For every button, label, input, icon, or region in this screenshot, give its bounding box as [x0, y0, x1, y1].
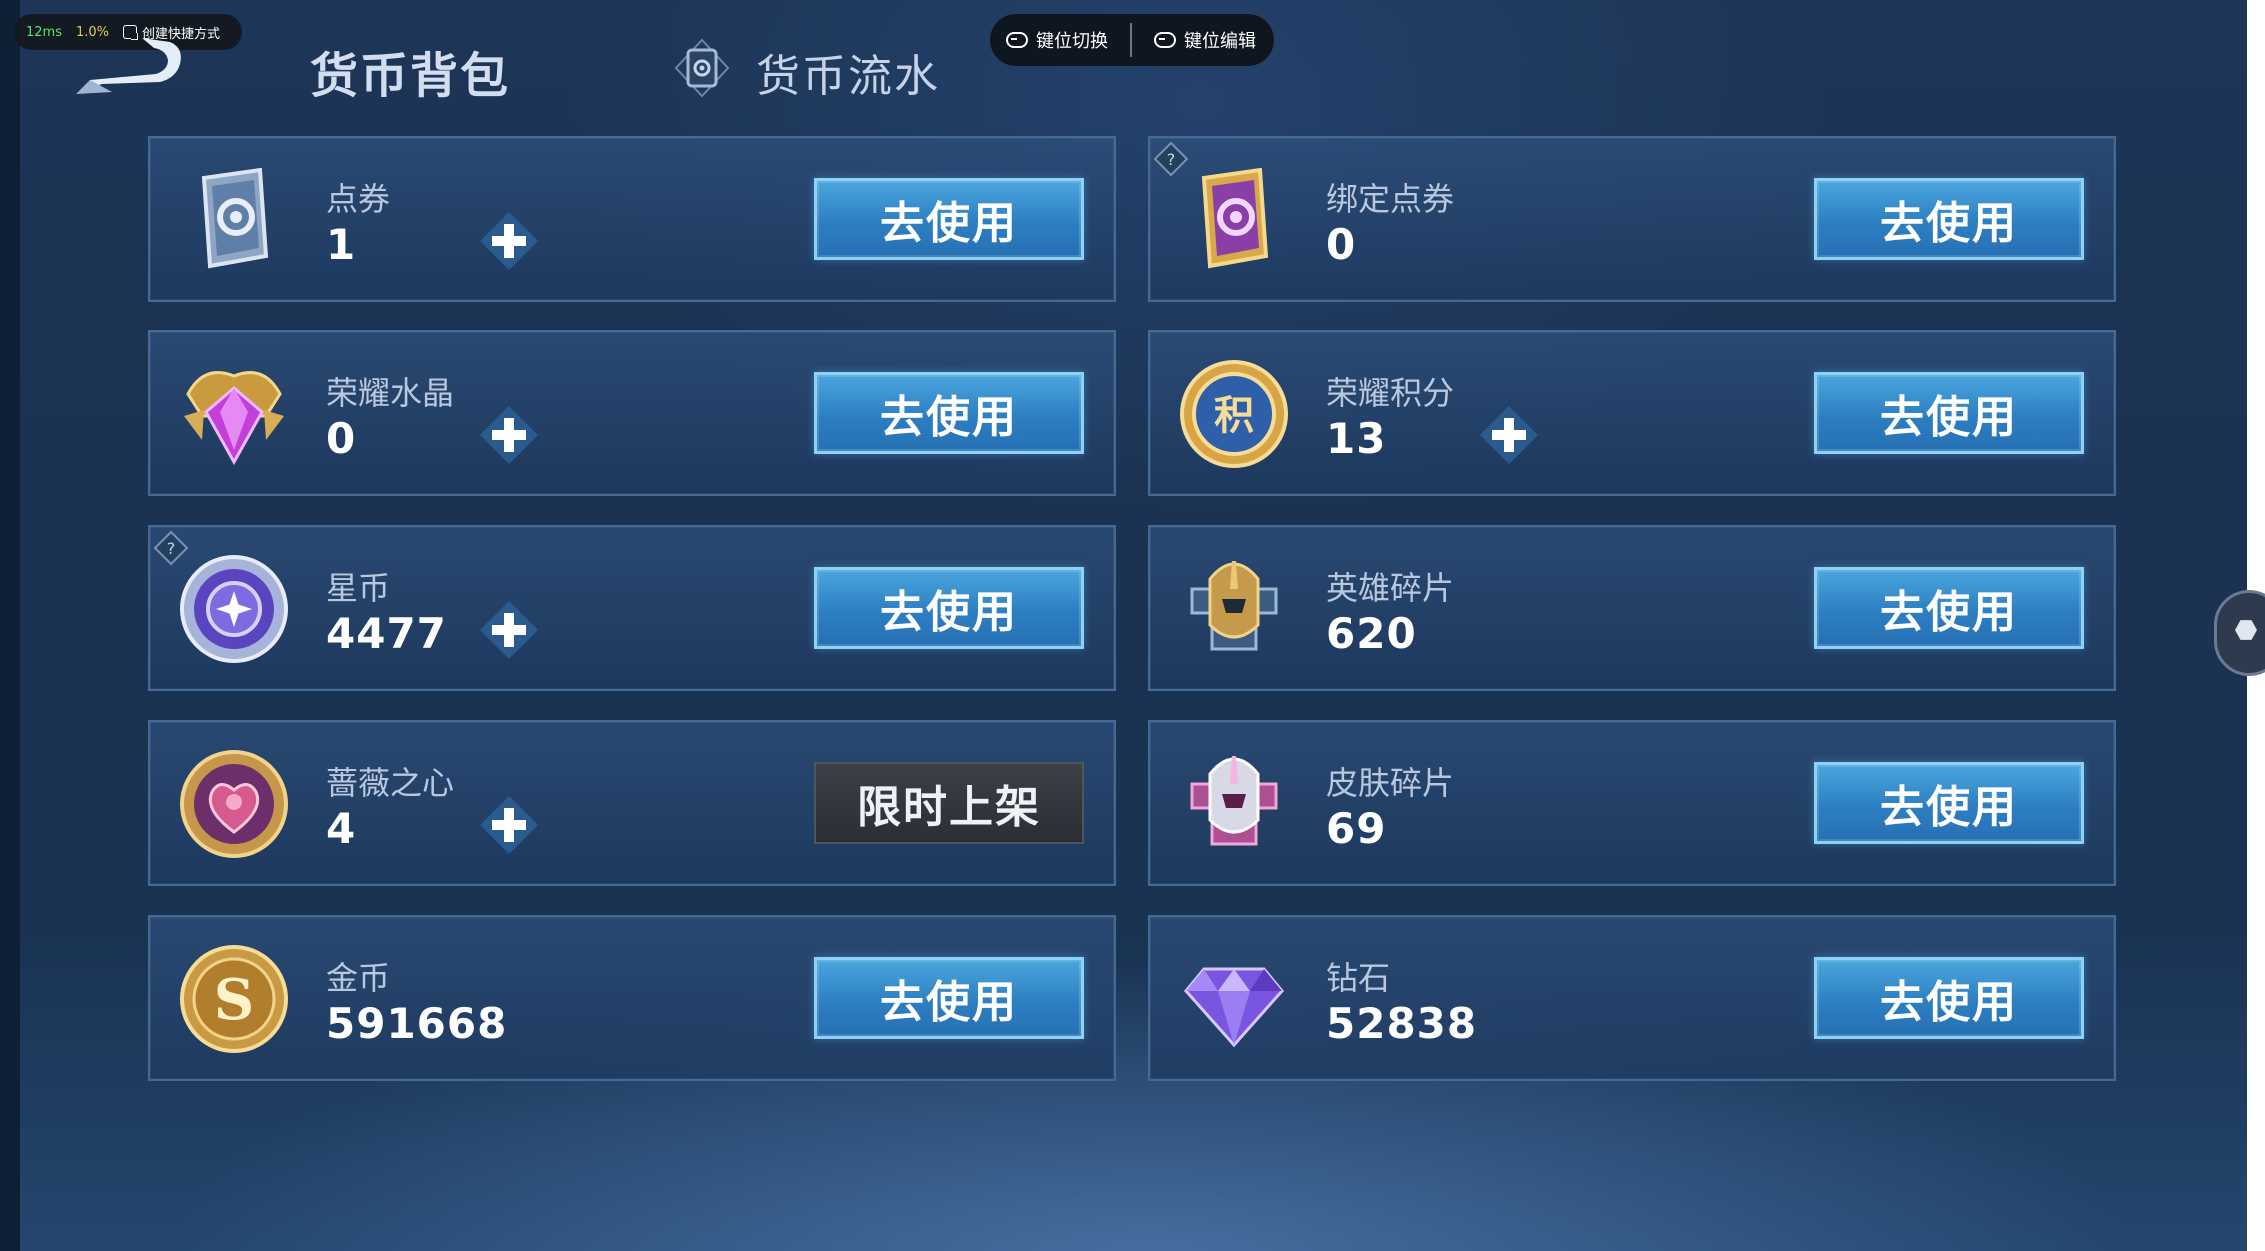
currency-value: 4 [326, 804, 357, 853]
currency-value: 1 [326, 220, 357, 269]
back-arrow-icon[interactable] [72, 34, 192, 100]
gamepad-icon [1154, 32, 1176, 48]
use-button[interactable]: 去使用 [1814, 567, 2084, 649]
gold-coin-icon: S [180, 945, 288, 1053]
coupon-card-icon [201, 167, 269, 269]
currency-value: 620 [1326, 609, 1417, 658]
currency-card-glory-points: 积 荣耀积分 13 去使用 [1148, 330, 2116, 496]
currency-value: 13 [1326, 414, 1387, 463]
keymap-switch-button[interactable]: 键位切换 [1006, 27, 1108, 53]
currency-card-glory-crystal: 荣耀水晶 0 去使用 [148, 330, 1116, 496]
use-button[interactable]: 去使用 [814, 178, 1084, 260]
use-button[interactable]: 去使用 [1814, 957, 2084, 1039]
currency-name: 钻石 [1326, 959, 1391, 997]
currency-value: 591668 [326, 999, 508, 1048]
currency-name: 皮肤碎片 [1326, 764, 1455, 802]
keymap-divider [1130, 23, 1132, 57]
limited-time-button[interactable]: 限时上架 [814, 762, 1084, 844]
keymap-edit-button[interactable]: 键位编辑 [1154, 27, 1256, 53]
use-button[interactable]: 去使用 [814, 957, 1084, 1039]
svg-text:S: S [214, 967, 254, 1033]
add-plus-icon[interactable] [1478, 404, 1540, 466]
glory-crystal-icon [184, 371, 284, 466]
currency-name: 荣耀积分 [1326, 374, 1455, 412]
currency-card-rose-heart: 蔷薇之心 4 限时上架 [148, 720, 1116, 886]
currency-history-icon[interactable] [672, 38, 732, 98]
use-button[interactable]: 去使用 [1814, 762, 2084, 844]
currency-name: 星币 [326, 569, 391, 607]
rose-heart-icon [180, 750, 288, 858]
currency-name: 荣耀水晶 [326, 374, 455, 412]
side-drawer-handle[interactable] [2214, 590, 2265, 676]
diamond-icon [1184, 967, 1284, 1048]
add-plus-icon[interactable] [478, 404, 540, 466]
currency-card-skin-fragment: 皮肤碎片 69 去使用 [1148, 720, 2116, 886]
add-plus-icon[interactable] [478, 794, 540, 856]
star-coin-icon [180, 555, 288, 663]
currency-name: 金币 [326, 959, 391, 997]
tab-currency-bag[interactable]: 货币背包 [310, 36, 510, 106]
keymap-edit-label: 键位编辑 [1184, 31, 1256, 52]
keymap-switch-label: 键位切换 [1036, 31, 1108, 52]
currency-bag-screen: 12ms 1.0% 创建快捷方式 货币背包 货币流水 键位切换 键位编辑 点券 … [0, 0, 2265, 1251]
ping-readout: 12ms [26, 24, 62, 40]
currency-value: 0 [326, 414, 357, 463]
currency-card-hero-fragment: 英雄碎片 620 去使用 [1148, 525, 2116, 691]
use-button[interactable]: 去使用 [1814, 372, 2084, 454]
currency-card-diamond: 钻石 52838 去使用 [1148, 915, 2116, 1081]
currency-name: 绑定点券 [1326, 180, 1455, 218]
skin-fragment-icon [1190, 756, 1278, 846]
gamepad-icon [1006, 32, 1028, 48]
svg-text:积: 积 [1214, 393, 1254, 439]
keymap-toolbar: 键位切换 键位编辑 [990, 14, 1274, 66]
currency-name: 点券 [326, 180, 391, 218]
currency-name: 英雄碎片 [1326, 569, 1455, 607]
glory-points-icon: 积 [1180, 360, 1288, 468]
use-button[interactable]: 去使用 [1814, 178, 2084, 260]
currency-card-bound-coupon: ? 绑定点券 0 去使用 [1148, 136, 2116, 302]
add-plus-icon[interactable] [478, 599, 540, 661]
hero-fragment-icon [1190, 561, 1278, 651]
currency-value: 69 [1326, 804, 1387, 853]
currency-value: 0 [1326, 220, 1357, 269]
use-button[interactable]: 去使用 [814, 567, 1084, 649]
bound-coupon-card-icon [1201, 167, 1269, 269]
add-plus-icon[interactable] [478, 210, 540, 272]
currency-card-coupon: 点券 1 去使用 [148, 136, 1116, 302]
currency-card-gold-coin: S 金币 591668 去使用 [148, 915, 1116, 1081]
currency-value: 52838 [1326, 999, 1478, 1048]
left-edge [0, 0, 20, 1251]
currency-value: 4477 [326, 609, 447, 658]
currency-name: 蔷薇之心 [326, 764, 455, 802]
tab-currency-history[interactable]: 货币流水 [756, 40, 940, 104]
currency-card-star-coin: ? 星币 4477 去使用 [148, 525, 1116, 691]
use-button[interactable]: 去使用 [814, 372, 1084, 454]
